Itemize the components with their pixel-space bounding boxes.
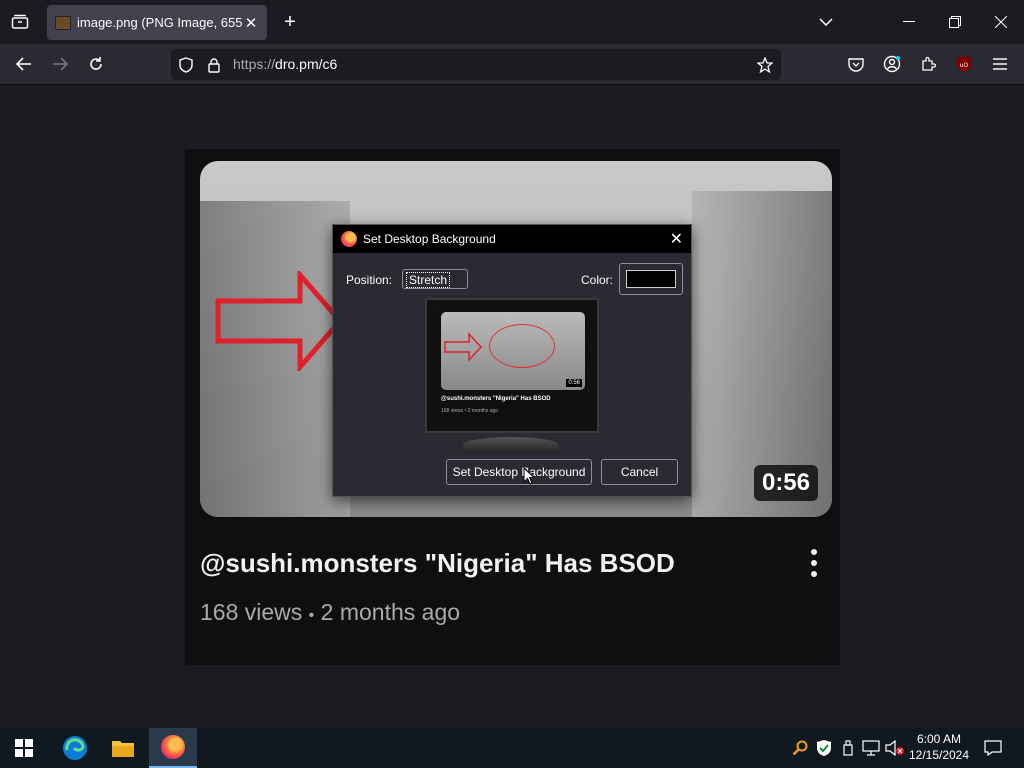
monitor-preview: 0:56 @sushi.monsters "Nigeria" Has BSOD … [425,298,599,433]
preview-title: @sushi.monsters "Nigeria" Has BSOD [441,396,551,402]
windows-icon [15,739,33,757]
restore-icon[interactable] [944,11,966,33]
preview-circle [489,324,555,368]
navigation-bar: https://dro.pm/c6 uO [0,44,1024,85]
video-meta: 168 views • 2 months ago [200,599,460,626]
url-scheme: https:// [233,56,276,72]
url-text[interactable]: https://dro.pm/c6 [233,56,337,72]
meta-separator: • [308,607,315,624]
volume-muted-icon[interactable] [885,728,905,768]
ublock-origin-icon[interactable]: uO [953,53,975,75]
more-options-icon[interactable] [809,549,819,583]
set-desktop-background-button[interactable]: Set Desktop Background [446,459,592,485]
color-label: Color: [581,273,614,287]
preview-meta: 168 views • 2 months ago [441,408,499,414]
notification-icon[interactable] [978,728,1008,768]
account-icon[interactable] [881,53,903,75]
tab-favicon-icon [55,15,71,30]
url-host: dro.pm/c6 [275,56,338,72]
preview-thumbnail: 0:56 [441,312,585,390]
security-shield-icon[interactable] [814,728,834,768]
edge-icon [63,736,87,760]
reload-icon[interactable] [85,53,107,75]
dialog-close-icon[interactable]: ✕ [670,229,683,249]
firefox-taskbar-icon [161,735,185,759]
svg-text:uO: uO [960,62,969,69]
firefox-taskbar-button[interactable] [149,728,197,768]
menu-icon[interactable] [989,53,1011,75]
shield-icon[interactable] [177,56,195,74]
tab-image-png[interactable]: image.png (PNG Image, 655 × 516 pixels) … [47,5,267,40]
mouse-cursor-icon [523,467,535,485]
video-title: @sushi.monsters "Nigeria" Has BSOD [200,548,675,578]
network-icon[interactable] [861,728,881,768]
forward-icon[interactable] [49,53,71,75]
taskbar: 6:00 AM 12/15/2024 [0,728,1024,768]
tab-title: image.png (PNG Image, 655 × 516 pixels) [77,15,243,30]
folder-icon [112,741,134,757]
pocket-icon[interactable] [845,53,867,75]
close-window-icon[interactable] [990,11,1012,33]
usb-device-icon[interactable] [839,728,857,768]
start-button[interactable] [0,728,48,768]
cancel-button[interactable]: Cancel [601,459,678,485]
file-explorer-taskbar-button[interactable] [100,728,146,768]
clock-date: 12/15/2024 [908,748,970,762]
view-count: 168 views [200,599,303,625]
set-desktop-background-dialog: Set Desktop Background ✕ Position: Stret… [332,224,692,497]
minimize-icon[interactable] [898,11,920,33]
position-value: Stretch [406,272,451,288]
lock-icon[interactable] [205,56,223,74]
position-select[interactable]: Stretch [402,269,468,289]
video-duration: 0:56 [753,465,818,501]
upload-age: 2 months ago [320,599,461,625]
bookmark-star-icon[interactable] [755,55,775,75]
color-swatch [626,270,676,288]
back-icon[interactable] [13,53,35,75]
dialog-titlebar: Set Desktop Background ✕ [333,225,691,253]
close-tab-icon[interactable]: ✕ [243,14,259,32]
search-icon[interactable] [790,728,810,768]
red-arrow-icon [215,271,344,371]
dialog-title: Set Desktop Background [363,232,496,246]
firefox-icon [341,231,357,247]
new-tab-icon[interactable]: + [280,11,300,33]
tab-bar: image.png (PNG Image, 655 × 516 pixels) … [0,0,1024,44]
preview-duration: 0:56 [566,379,582,387]
list-all-tabs-icon[interactable] [8,11,32,33]
system-clock[interactable]: 6:00 AM 12/15/2024 [906,731,972,763]
address-bar[interactable]: https://dro.pm/c6 [171,49,781,80]
preview-screen: 0:56 @sushi.monsters "Nigeria" Has BSOD … [439,310,587,425]
edge-taskbar-button[interactable] [52,728,98,768]
color-picker-button[interactable] [619,263,683,295]
position-label: Position: [346,273,393,287]
clock-time: 6:00 AM [916,732,962,746]
extensions-icon[interactable] [917,53,939,75]
chevron-down-icon[interactable] [816,11,836,33]
monitor-stand [463,437,559,453]
